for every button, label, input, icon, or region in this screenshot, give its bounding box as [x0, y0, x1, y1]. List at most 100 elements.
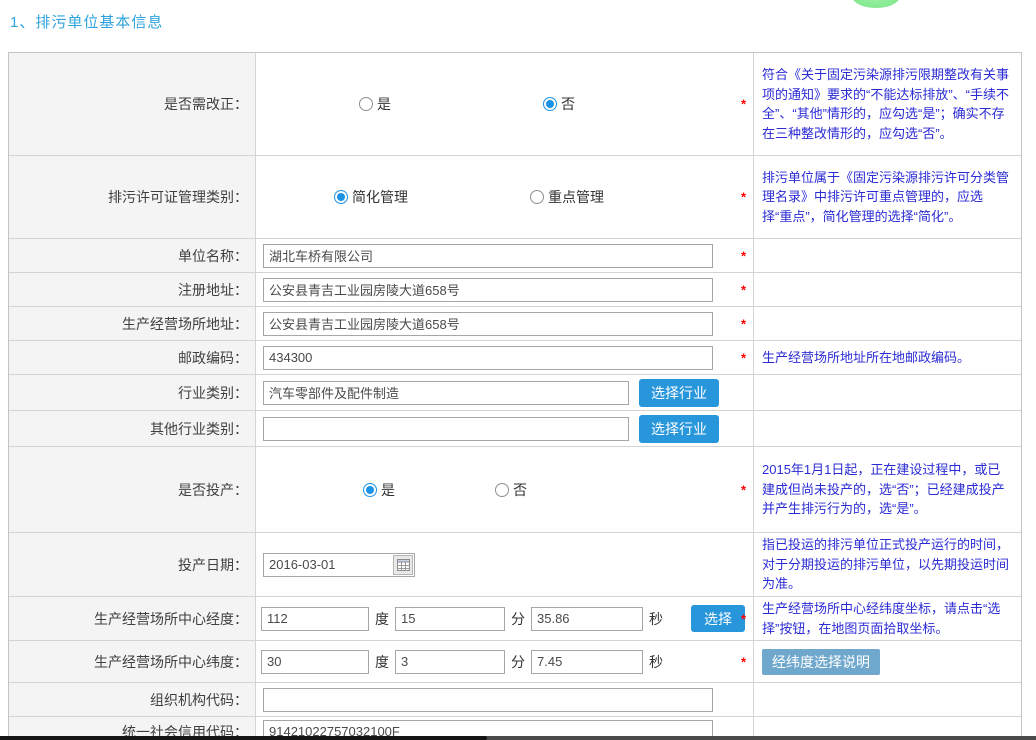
radio-icon[interactable]: [363, 483, 377, 497]
pick-coordinates-button[interactable]: 选择: [691, 605, 745, 632]
radio-icon[interactable]: [359, 97, 373, 111]
in-production-content: 是 否 *: [256, 447, 754, 532]
org-code-input[interactable]: [263, 688, 713, 712]
production-date-help: 指已投运的排污单位正式投产运行的时间，对于分期投运的排污单位，以先期投运时间为准…: [754, 533, 1021, 596]
row-latitude: 生产经营场所中心纬度： 度 分 秒 * 经纬度选择说明: [9, 641, 1021, 683]
latitude-minutes-input[interactable]: [395, 650, 505, 674]
minutes-unit-label: 分: [511, 652, 525, 672]
required-asterisk: *: [741, 282, 746, 297]
permit-form-page: 1、排污单位基本信息 是否需改正： 是 否 * 符合《关于固定污染源排污限期整改…: [0, 0, 1036, 740]
radio-icon[interactable]: [495, 483, 509, 497]
radio-icon[interactable]: [334, 190, 348, 204]
row-correction-required: 是否需改正： 是 否 * 符合《关于固定污染源排污限期整改有关事项的通知》要求的…: [9, 53, 1021, 156]
radio-label[interactable]: 简化管理: [352, 187, 408, 207]
correction-no-option[interactable]: 否: [543, 94, 575, 114]
latitude-help: 经纬度选择说明: [754, 641, 1021, 682]
premises-address-content: *: [256, 307, 754, 340]
seconds-unit-label: 秒: [649, 652, 663, 672]
correction-required-content: 是 否 *: [256, 53, 754, 155]
required-asterisk: *: [741, 611, 746, 626]
longitude-help: 生产经营场所中心经纬度坐标，请点击“选择”按钮，在地图页面拾取坐标。: [754, 597, 1021, 640]
unit-name-content: *: [256, 239, 754, 272]
industry-category-input[interactable]: [263, 381, 629, 405]
simplified-management-option[interactable]: 简化管理: [334, 187, 408, 207]
postal-code-input[interactable]: [263, 346, 713, 370]
postal-code-help: 生产经营场所地址所在地邮政编码。: [754, 341, 1021, 374]
row-in-production: 是否投产： 是 否 * 2015年1月1日起，正在建设过程中，或已建成但尚未投产…: [9, 447, 1021, 533]
industry-category-label: 行业类别：: [9, 375, 256, 410]
other-industry-category-label: 其他行业类别：: [9, 411, 256, 446]
production-date-input[interactable]: 2016-03-01: [263, 553, 415, 577]
row-premises-address: 生产经营场所地址： *: [9, 307, 1021, 341]
seconds-unit-label: 秒: [649, 609, 663, 629]
required-asterisk: *: [741, 316, 746, 331]
premises-address-input[interactable]: [263, 312, 713, 336]
radio-icon[interactable]: [543, 97, 557, 111]
registered-address-help: [754, 273, 1021, 306]
radio-label[interactable]: 否: [513, 480, 527, 500]
calendar-icon[interactable]: [393, 555, 413, 575]
longitude-minutes-input[interactable]: [395, 607, 505, 631]
minutes-unit-label: 分: [511, 609, 525, 629]
production-date-content: 2016-03-01: [256, 533, 754, 596]
required-asterisk: *: [741, 654, 746, 669]
management-category-label: 排污许可证管理类别：: [9, 156, 256, 238]
row-other-industry-category: 其他行业类别： 选择行业: [9, 411, 1021, 447]
management-category-content: 简化管理 重点管理 *: [256, 156, 754, 238]
org-code-label: 组织机构代码：: [9, 683, 256, 716]
row-org-code: 组织机构代码：: [9, 683, 1021, 717]
production-date-label: 投产日期：: [9, 533, 256, 596]
key-management-option[interactable]: 重点管理: [530, 187, 604, 207]
in-production-help: 2015年1月1日起，正在建设过程中，或已建成但尚未投产的，选“否”；已经建成投…: [754, 447, 1021, 532]
latitude-content: 度 分 秒 *: [256, 641, 754, 682]
horizontal-scrollbar[interactable]: [0, 736, 1036, 740]
latitude-label: 生产经营场所中心纬度：: [9, 641, 256, 682]
production-no-option[interactable]: 否: [495, 480, 527, 500]
premises-address-help: [754, 307, 1021, 340]
radio-label[interactable]: 否: [561, 94, 575, 114]
correction-yes-option[interactable]: 是: [359, 94, 391, 114]
latitude-degrees-input[interactable]: [261, 650, 369, 674]
date-value[interactable]: 2016-03-01: [264, 557, 393, 572]
in-production-label: 是否投产：: [9, 447, 256, 532]
row-registered-address: 注册地址： *: [9, 273, 1021, 307]
green-bubble-button[interactable]: [852, 0, 900, 8]
other-industry-category-input[interactable]: [263, 417, 629, 441]
radio-label[interactable]: 重点管理: [548, 187, 604, 207]
select-industry-button[interactable]: 选择行业: [639, 379, 719, 407]
correction-required-help: 符合《关于固定污染源排污限期整改有关事项的通知》要求的“不能达标排放”、“手续不…: [754, 53, 1021, 155]
radio-label[interactable]: 是: [377, 94, 391, 114]
org-code-content: [256, 683, 754, 716]
registered-address-input[interactable]: [263, 278, 713, 302]
row-unit-name: 单位名称： *: [9, 239, 1021, 273]
radio-label[interactable]: 是: [381, 480, 395, 500]
unit-name-input[interactable]: [263, 244, 713, 268]
unit-name-label: 单位名称：: [9, 239, 256, 272]
row-industry-category: 行业类别： 选择行业: [9, 375, 1021, 411]
coordinates-help-button[interactable]: 经纬度选择说明: [762, 649, 880, 675]
required-asterisk: *: [741, 482, 746, 497]
premises-address-label: 生产经营场所地址：: [9, 307, 256, 340]
row-management-category: 排污许可证管理类别： 简化管理 重点管理 * 排污单位属于《固定污染源排污许可分…: [9, 156, 1021, 239]
longitude-degrees-input[interactable]: [261, 607, 369, 631]
correction-required-label: 是否需改正：: [9, 53, 256, 155]
basic-info-table: 是否需改正： 是 否 * 符合《关于固定污染源排污限期整改有关事项的通知》要求的…: [8, 52, 1022, 740]
select-other-industry-button[interactable]: 选择行业: [639, 415, 719, 443]
longitude-label: 生产经营场所中心经度：: [9, 597, 256, 640]
latitude-seconds-input[interactable]: [531, 650, 643, 674]
management-category-help: 排污单位属于《固定污染源排污许可分类管理名录》中排污许可重点管理的，应选择“重点…: [754, 156, 1021, 238]
required-asterisk: *: [741, 190, 746, 205]
longitude-seconds-input[interactable]: [531, 607, 643, 631]
row-production-date: 投产日期： 2016-03-01: [9, 533, 1021, 597]
registered-address-label: 注册地址：: [9, 273, 256, 306]
longitude-content: 度 分 秒 选择 *: [256, 597, 754, 640]
production-yes-option[interactable]: 是: [363, 480, 395, 500]
degrees-unit-label: 度: [375, 652, 389, 672]
required-asterisk: *: [741, 248, 746, 263]
scrollbar-thumb[interactable]: [0, 736, 487, 740]
other-industry-category-content: 选择行业: [256, 411, 754, 446]
radio-icon[interactable]: [530, 190, 544, 204]
org-code-help: [754, 683, 1021, 716]
row-postal-code: 邮政编码： * 生产经营场所地址所在地邮政编码。: [9, 341, 1021, 375]
postal-code-label: 邮政编码：: [9, 341, 256, 374]
